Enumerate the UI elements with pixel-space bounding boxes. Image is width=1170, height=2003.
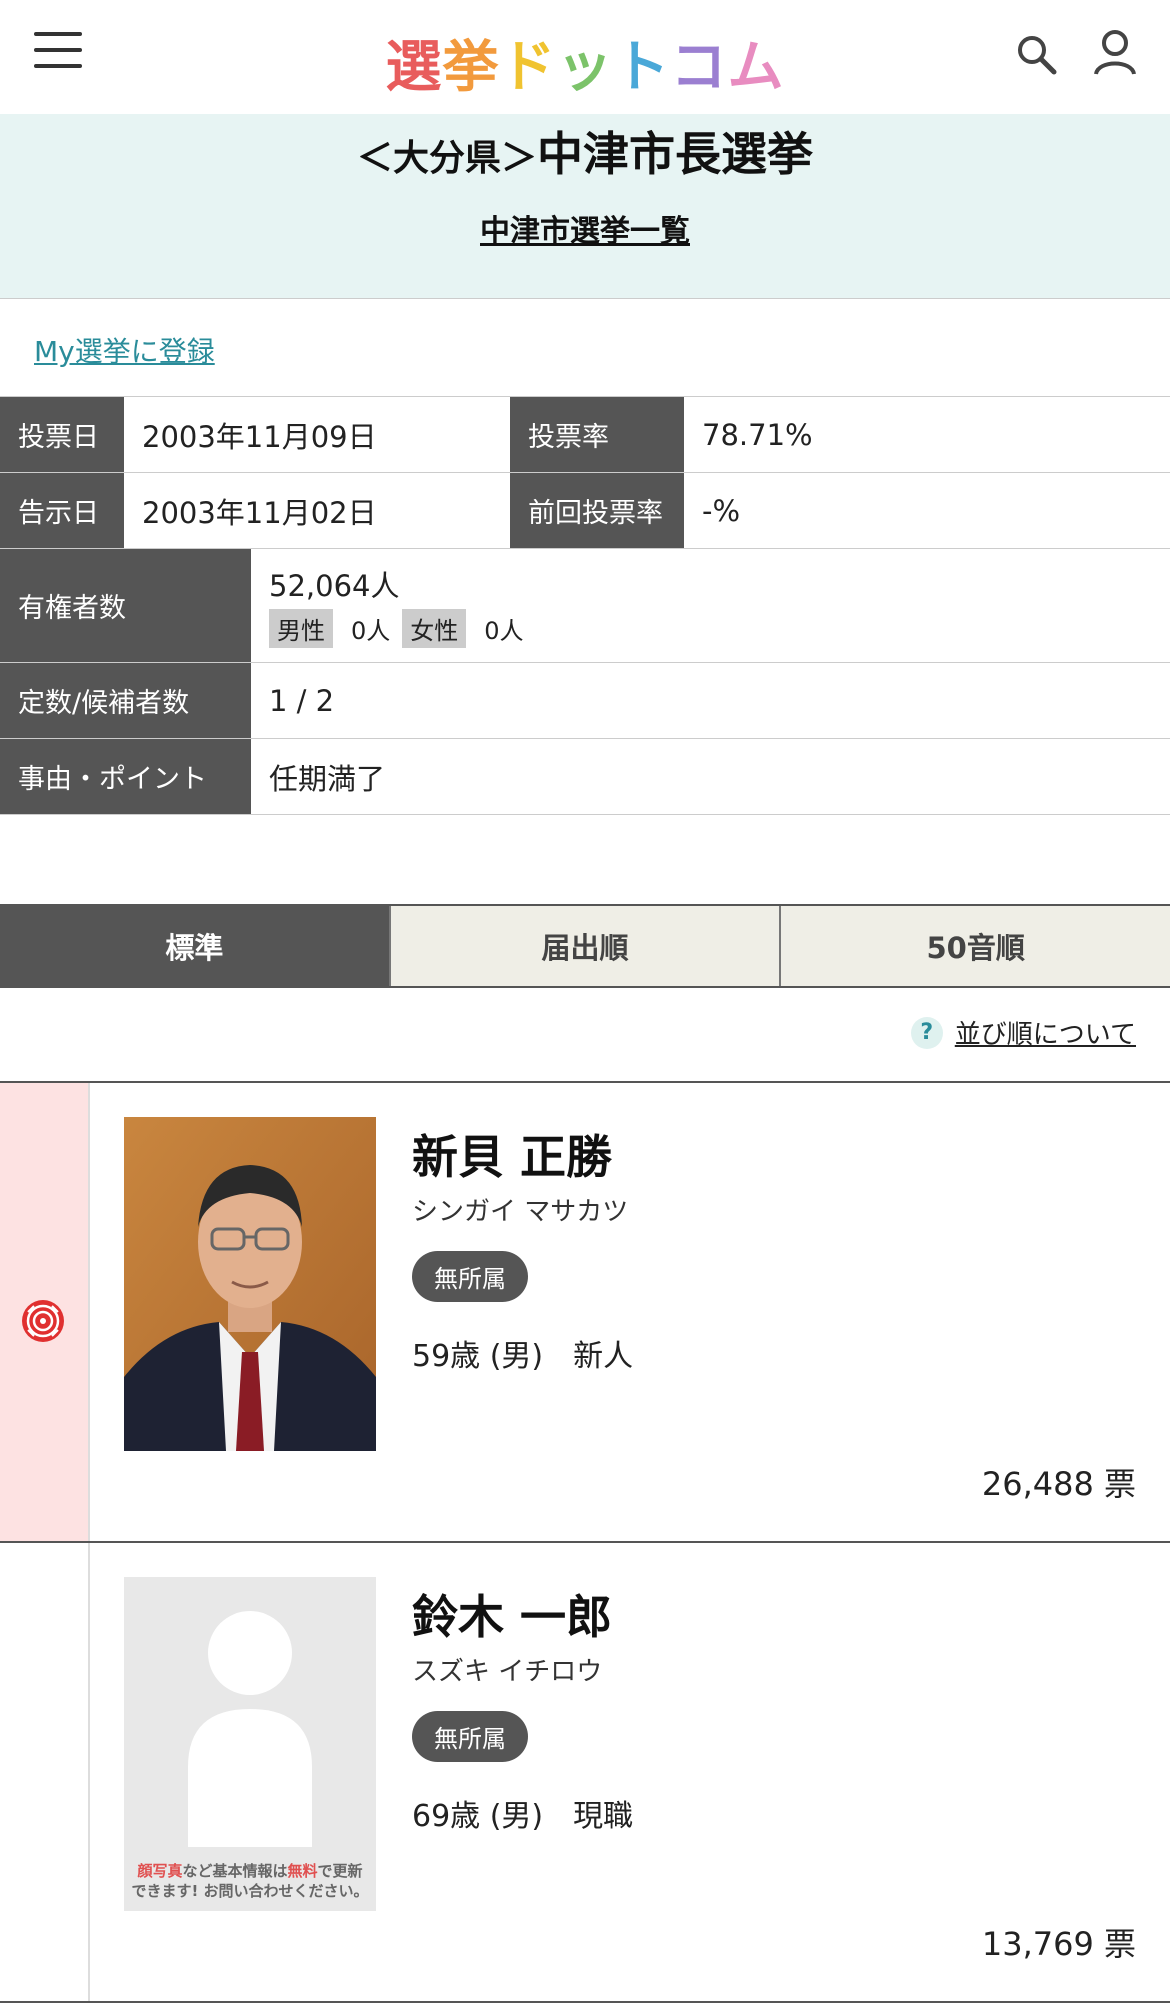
election-info-table: 投票日 2003年11月09日 投票率 78.71% 告示日 2003年11月0… [0, 396, 1170, 815]
info-row: 有権者数 52,064人 男性 0人 女性 0人 [0, 549, 1170, 663]
vote-count: 26,488 票 [981, 1465, 1136, 1503]
note-update: で更新 [317, 1862, 363, 1880]
seats-value: 1 / 2 [269, 683, 335, 718]
candidate-photo [124, 1117, 376, 1451]
tab-kana-order[interactable]: 50音順 [779, 906, 1170, 986]
notice-date-value: 2003年11月02日 [142, 495, 377, 530]
female-value: 0人 [484, 617, 524, 645]
site-header: 選挙ドットコム [0, 0, 1170, 115]
male-label: 男性 [269, 609, 333, 648]
candidate-photo-placeholder: 顔写真など基本情報は無料で更新 できます! お問い合わせください。 [124, 1577, 376, 1911]
logo-char: コ [670, 35, 728, 100]
tab-standard[interactable]: 標準 [0, 906, 389, 986]
sort-help-label: 並び順について [954, 1020, 1136, 1050]
sort-help-link[interactable]: ? 並び順について [910, 1014, 1136, 1051]
prefecture: ＜大分県＞ [356, 138, 537, 179]
candidate-kana: シンガイ マサカツ [412, 1197, 629, 1227]
note-basic-info: など基本情報は [182, 1862, 288, 1880]
info-row: 告示日 2003年11月02日 前回投票率 -% [0, 473, 1170, 549]
tab-filing-order[interactable]: 届出順 [388, 906, 780, 986]
election-name: 中津市長選挙 [537, 127, 813, 181]
vote-date-value: 2003年11月09日 [142, 419, 377, 454]
logo-char: 選 [385, 35, 443, 100]
my-election-register-link[interactable]: My選挙に登録 [34, 330, 215, 370]
vote-count: 13,769 票 [981, 1925, 1136, 1963]
gender-breakdown: 男性 0人 女性 0人 [269, 609, 536, 648]
logo-char: 挙 [442, 35, 500, 100]
sort-tabs: 標準 届出順 50音順 [0, 904, 1170, 988]
search-icon[interactable] [1014, 32, 1058, 76]
note-free: 無料 [287, 1862, 318, 1880]
prev-turnout-label: 前回投票率 [510, 473, 684, 548]
reason-label: 事由・ポイント [0, 739, 251, 814]
voters-label: 有権者数 [0, 549, 251, 662]
candidate-name[interactable]: 新貝 正勝 [412, 1121, 612, 1187]
voters-value: 52,064人 [269, 569, 400, 603]
logo-char: ッ [556, 35, 614, 100]
logo-char: ト [613, 35, 671, 100]
info-row: 定数/候補者数 1 / 2 [0, 663, 1170, 739]
elected-marker [0, 1083, 90, 1541]
user-icon[interactable] [1092, 28, 1138, 76]
photo-update-note: 顔写真など基本情報は無料で更新 できます! お問い合わせください。 [124, 1861, 376, 1901]
question-icon: ? [910, 1016, 943, 1049]
candidate-meta: 59歳 (男) 新人 [412, 1339, 634, 1374]
result-marker [0, 1543, 90, 2001]
candidate-meta: 69歳 (男) 現職 [412, 1799, 634, 1834]
reason-value: 任期満了 [269, 761, 386, 796]
logo-char: ム [727, 35, 785, 100]
note-photo: 顔写真 [137, 1862, 183, 1880]
candidate-card[interactable]: 顔写真など基本情報は無料で更新 できます! お問い合わせください。 鈴木 一郎 … [0, 1543, 1170, 2003]
male-value: 0人 [351, 617, 391, 645]
candidate-list: 新貝 正勝 シンガイ マサカツ 無所属 59歳 (男) 新人 26,488 票 … [0, 1081, 1170, 2003]
site-logo[interactable]: 選挙ドットコム [0, 22, 1170, 103]
candidate-kana: スズキ イチロウ [412, 1657, 603, 1687]
note-contact: できます! お問い合わせください。 [131, 1882, 369, 1900]
seats-label: 定数/候補者数 [0, 663, 251, 738]
election-title-band: ＜大分県＞中津市長選挙 中津市選挙一覧 [0, 114, 1170, 299]
info-row: 投票日 2003年11月09日 投票率 78.71% [0, 397, 1170, 473]
female-label: 女性 [402, 609, 467, 648]
info-row: 事由・ポイント 任期満了 [0, 739, 1170, 815]
candidate-card[interactable]: 新貝 正勝 シンガイ マサカツ 無所属 59歳 (男) 新人 26,488 票 [0, 1083, 1170, 1543]
prev-turnout-value: -% [702, 493, 741, 528]
party-badge: 無所属 [412, 1711, 528, 1762]
notice-date-label: 告示日 [0, 473, 124, 548]
turnout-label: 投票率 [510, 397, 684, 472]
page-title: ＜大分県＞中津市長選挙 [0, 118, 1170, 184]
turnout-value: 78.71% [702, 417, 813, 452]
rose-icon [22, 1300, 64, 1342]
candidate-name[interactable]: 鈴木 一郎 [412, 1581, 612, 1647]
voters-cell: 52,064人 男性 0人 女性 0人 [251, 549, 1170, 662]
city-election-list-link[interactable]: 中津市選挙一覧 [480, 206, 690, 250]
party-badge: 無所属 [412, 1251, 528, 1302]
logo-char: ド [499, 35, 557, 100]
vote-date-label: 投票日 [0, 397, 124, 472]
